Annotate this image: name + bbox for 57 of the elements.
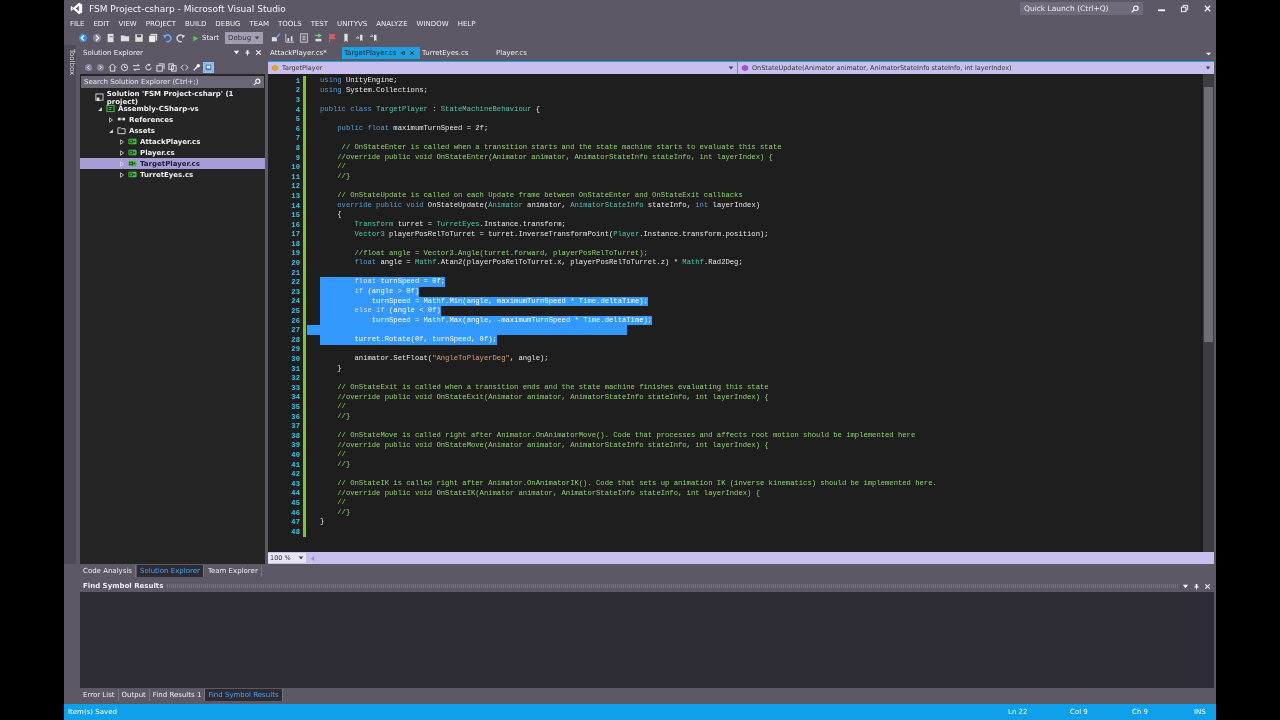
folder-icon (117, 126, 126, 135)
collapse-all-icon[interactable] (156, 62, 165, 72)
refresh-icon[interactable] (144, 62, 153, 72)
expanded-arrow-icon[interactable] (108, 127, 114, 134)
collapsed-arrow-icon[interactable] (119, 149, 125, 156)
wrench-icon[interactable] (192, 62, 201, 72)
method-icon (741, 64, 749, 72)
caret-icon (728, 65, 734, 71)
close-icon[interactable] (408, 50, 415, 56)
search-icon (253, 78, 261, 86)
class-icon (271, 64, 279, 72)
project-icon (106, 104, 115, 113)
dropdown-icon[interactable] (233, 49, 240, 56)
back-icon[interactable] (84, 62, 93, 72)
sync-icon[interactable] (132, 62, 141, 72)
copy-icon[interactable] (168, 62, 177, 72)
history-icon[interactable] (120, 62, 129, 72)
attach-icon[interactable] (271, 33, 282, 43)
collapsed-arrow-icon[interactable] (119, 171, 125, 178)
undo-icon[interactable] (162, 33, 172, 43)
next-bookmark-icon[interactable] (355, 33, 366, 43)
save-all-icon[interactable] (148, 33, 158, 43)
solution-icon (94, 93, 104, 102)
expanded-arrow-icon[interactable] (97, 105, 103, 112)
home-icon[interactable] (108, 62, 117, 72)
chart-icon[interactable] (285, 33, 296, 43)
back-icon[interactable] (78, 33, 88, 43)
csharp-file-icon (128, 159, 137, 168)
previous-bookmark-icon[interactable] (369, 33, 380, 43)
arrow-icon[interactable] (313, 33, 324, 43)
forward-icon[interactable] (96, 62, 105, 72)
new-project-icon[interactable] (106, 33, 116, 43)
code-icon[interactable] (180, 62, 189, 72)
caret-icon (298, 555, 304, 561)
document-icon[interactable] (299, 33, 310, 43)
csharp-file-icon (128, 148, 137, 157)
csharp-file-icon (128, 137, 137, 146)
caret-icon (1205, 65, 1211, 71)
dropdown-icon[interactable] (1182, 582, 1189, 590)
preview-icon[interactable] (204, 62, 213, 72)
save-icon[interactable] (134, 33, 144, 43)
window-title: FSM Project-csharp - Microsoft Visual Studio (89, 3, 286, 14)
pin-icon[interactable] (399, 50, 406, 56)
collapsed-arrow-icon[interactable] (108, 116, 114, 123)
collapsed-arrow-icon[interactable] (119, 138, 125, 145)
pin-icon[interactable] (244, 49, 251, 56)
vertical-scrollbar[interactable] (1203, 74, 1214, 552)
caret-icon (254, 35, 261, 41)
search-icon (1131, 4, 1139, 13)
folder-icon[interactable] (120, 33, 130, 43)
play-icon (192, 34, 199, 42)
restore-icon[interactable] (1180, 4, 1189, 13)
redo-icon[interactable] (176, 33, 186, 43)
visual-studio-logo-icon (70, 2, 83, 15)
forward-icon[interactable] (92, 33, 102, 43)
pin-icon[interactable] (1193, 582, 1200, 590)
csharp-file-icon (128, 170, 137, 179)
